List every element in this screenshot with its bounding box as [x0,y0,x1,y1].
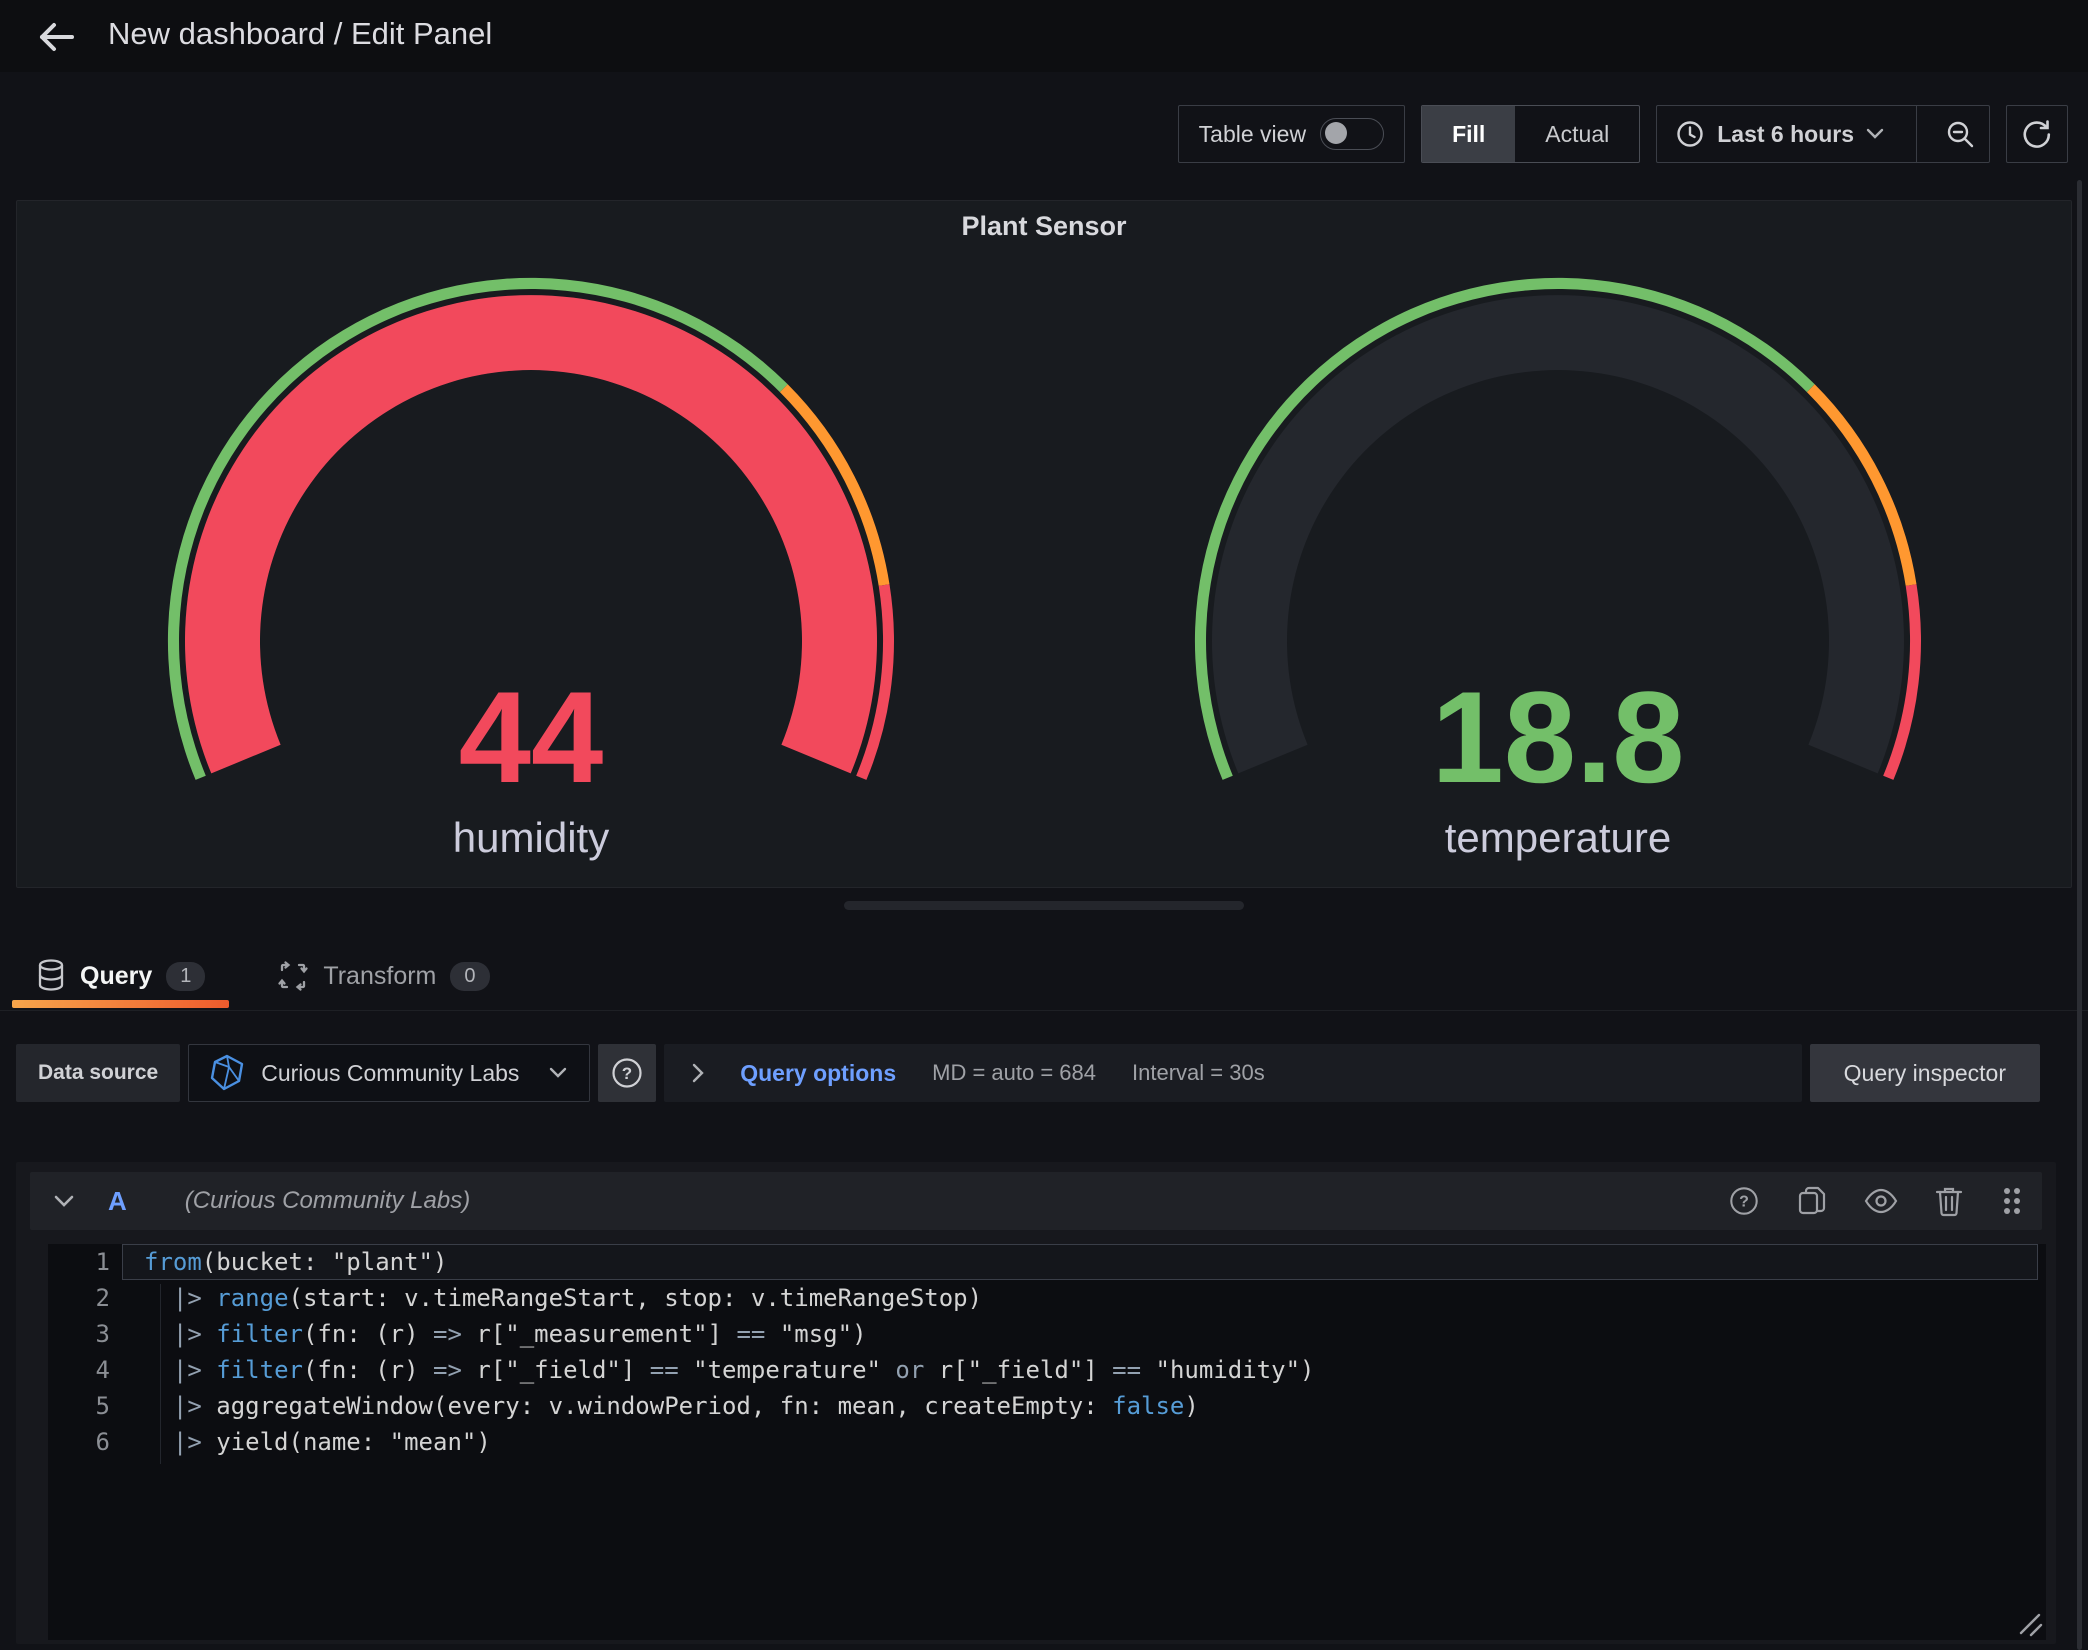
tab-transform[interactable]: Transform 0 [253,944,513,1008]
datasource-value: Curious Community Labs [261,1060,519,1087]
copy-icon [1796,1185,1828,1217]
datasource-help-button[interactable]: ? [598,1044,656,1102]
code-line: 4 |> filter(fn: (r) => r["_field"] == "t… [48,1352,2046,1388]
panel-toolbar: Table view Fill Actual Last 6 hours [1178,105,2068,163]
fill-actual-switch: Fill Actual [1421,105,1640,163]
back-button[interactable] [28,14,72,58]
tab-query[interactable]: Query 1 [12,944,229,1008]
tab-transform-label: Transform [323,962,436,991]
transform-icon [277,960,309,992]
table-view-toggle[interactable] [1320,118,1384,150]
code-text: |> yield(name: "mean") [144,1424,491,1460]
gauge-container: 44humidity 18.8temperature [17,244,2071,862]
refresh-icon [2021,118,2053,150]
chevron-down-icon [54,1195,74,1208]
code-line: 3 |> filter(fn: (r) => r["_measurement"]… [48,1316,2046,1352]
panel-plant-sensor: Plant Sensor 44humidity 18.8temperature [16,200,2072,888]
datasource-label: Data source [16,1044,180,1102]
grafana-edit-panel-screen: New dashboard / Edit Panel Table view Fi… [0,0,2088,1650]
table-view-control[interactable]: Table view [1178,105,1405,163]
actual-button[interactable]: Actual [1515,106,1639,162]
query-toolbar: Data source Curious Community Labs ? [16,1044,2040,1102]
code-text: |> filter(fn: (r) => r["_measurement"] =… [144,1316,867,1352]
toggle-visibility-button[interactable] [1864,1188,1898,1214]
zoom-out-button[interactable] [1931,119,1989,149]
delete-query-button[interactable] [1934,1185,1964,1217]
gauge-temperature: 18.8temperature [1044,244,2071,862]
eye-icon [1864,1188,1898,1214]
panel-title: Plant Sensor [17,201,2071,242]
query-row-card: A (Curious Community Labs) ? [16,1162,2056,1644]
chevron-down-icon [1866,128,1884,140]
toggle-knob [1325,122,1347,144]
code-line: 6 |> yield(name: "mean") [48,1424,2046,1460]
tab-query-label: Query [80,962,152,991]
page-title: New dashboard / Edit Panel [108,16,492,52]
editor-resize-handle[interactable] [2017,1611,2043,1637]
code-line: 1 from(bucket: "plant") [48,1244,2046,1280]
clock-icon [1675,119,1705,149]
editor-tabs: Query 1 Transform 0 [12,944,514,1008]
panel-resize-handle[interactable] [844,901,1244,910]
magnifier-minus-icon [1945,119,1975,149]
svg-text:18.8: 18.8 [1431,664,1684,810]
question-circle-icon: ? [610,1056,644,1090]
query-options-label: Query options [740,1060,896,1087]
svg-text:temperature: temperature [1444,814,1670,861]
divider [1916,106,1917,162]
arrow-left-icon [34,15,66,59]
duplicate-query-button[interactable] [1796,1185,1828,1217]
gauge-humidity: 44humidity [17,244,1044,862]
question-circle-icon: ? [1728,1185,1760,1217]
svg-text:?: ? [622,1064,632,1083]
time-range-label: Last 6 hours [1717,121,1854,148]
tab-transform-count: 0 [450,962,489,991]
query-help-button[interactable]: ? [1728,1185,1760,1217]
line-number: 4 [48,1352,110,1388]
divider [0,1010,2088,1011]
page-scrollbar[interactable] [2077,180,2082,1650]
code-text: from(bucket: "plant") [144,1244,447,1280]
time-range-picker: Last 6 hours [1656,105,1990,163]
top-header: New dashboard / Edit Panel [0,0,2088,72]
query-ref-id[interactable]: A [108,1186,127,1217]
code-text: |> aggregateWindow(every: v.windowPeriod… [144,1388,1199,1424]
drag-query-handle[interactable] [2000,1185,2024,1217]
database-icon [36,959,66,993]
query-inspector-button[interactable]: Query inspector [1810,1044,2040,1102]
svg-text:44: 44 [458,664,603,810]
code-line: 2 |> range(start: v.timeRangeStart, stop… [48,1280,2046,1316]
grip-dots-icon [2000,1185,2024,1217]
time-range-button[interactable]: Last 6 hours [1657,119,1902,149]
code-lines: 1from(bucket: "plant")2 |> range(start: … [48,1244,2046,1460]
tab-query-count: 1 [166,962,205,991]
svg-text:?: ? [1739,1194,1749,1211]
trash-icon [1934,1185,1964,1217]
influxdb-icon [209,1054,245,1092]
query-datasource-hint: (Curious Community Labs) [185,1187,470,1215]
collapse-query-button[interactable] [48,1194,80,1209]
active-tab-underline [12,1000,229,1008]
max-data-points-stat: MD = auto = 684 [932,1060,1096,1086]
table-view-label: Table view [1199,121,1306,148]
chevron-down-icon [549,1067,567,1079]
fill-button[interactable]: Fill [1422,106,1515,162]
line-number: 6 [48,1424,110,1460]
line-number: 3 [48,1316,110,1352]
query-row-header[interactable]: A (Curious Community Labs) ? [30,1172,2042,1230]
svg-text:humidity: humidity [452,814,608,861]
refresh-button[interactable] [2006,105,2068,163]
code-text: |> filter(fn: (r) => r["_field"] == "tem… [144,1352,1314,1388]
datasource-picker[interactable]: Curious Community Labs [188,1044,590,1102]
query-row-actions: ? [1728,1185,2024,1217]
interval-stat: Interval = 30s [1132,1060,1265,1086]
line-number: 5 [48,1388,110,1424]
flux-query-editor[interactable]: 1from(bucket: "plant")2 |> range(start: … [48,1244,2046,1640]
code-text: |> range(start: v.timeRangeStart, stop: … [144,1280,982,1316]
line-number: 2 [48,1280,110,1316]
query-options-bar[interactable]: Query options MD = auto = 684 Interval =… [664,1044,1801,1102]
chevron-right-icon [692,1063,704,1083]
code-line: 5 |> aggregateWindow(every: v.windowPeri… [48,1388,2046,1424]
line-number: 1 [48,1244,110,1280]
